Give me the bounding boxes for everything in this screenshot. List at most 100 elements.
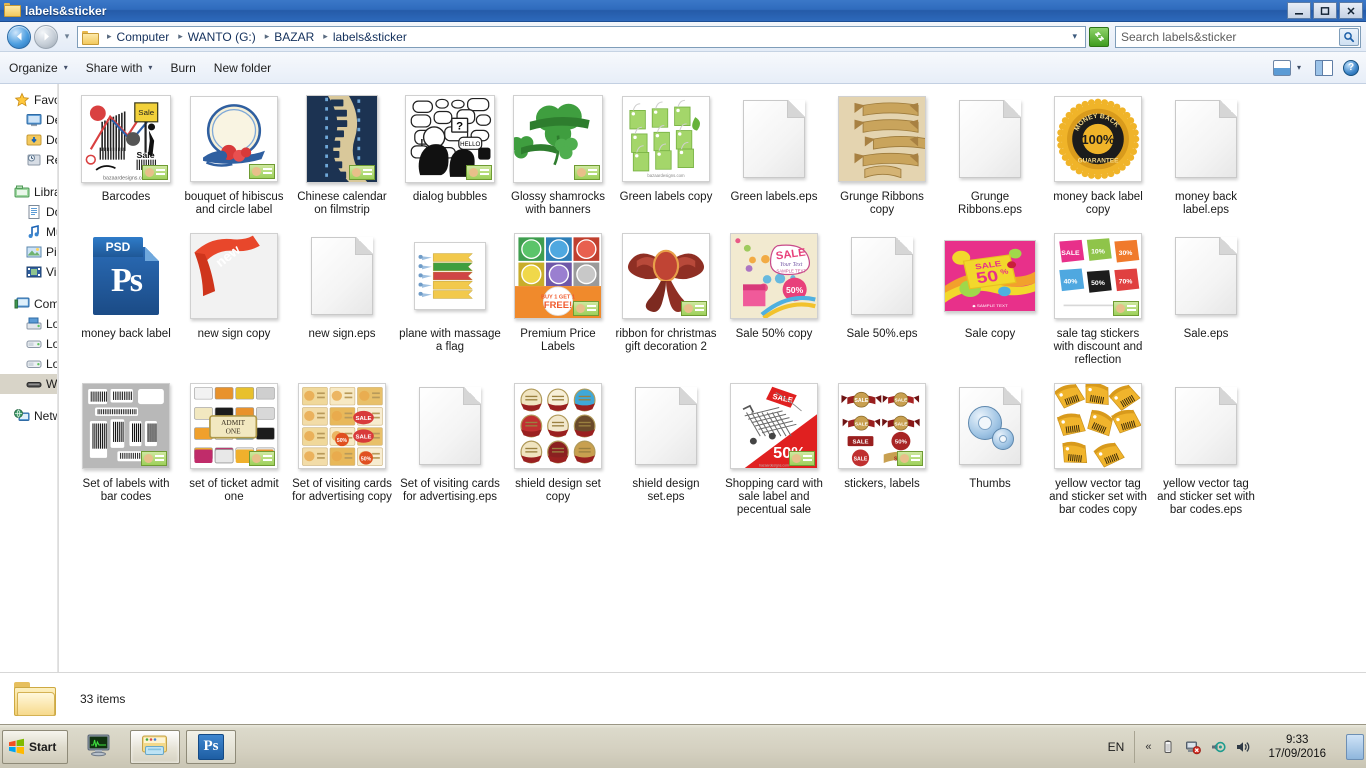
file-item[interactable]: yellow vector tag and sticker set with b… bbox=[1044, 377, 1152, 517]
show-desktop-button[interactable] bbox=[1346, 733, 1364, 760]
file-name: Green labels copy bbox=[619, 191, 713, 203]
image-thumbnail bbox=[190, 96, 278, 182]
file-item[interactable]: shield design set.eps bbox=[612, 377, 720, 517]
history-dropdown[interactable]: ▾ bbox=[61, 31, 73, 42]
preview-pane-icon[interactable] bbox=[1315, 59, 1333, 76]
file-item[interactable]: SALE 50% ◆ SAMPLE TEXT Sale copy bbox=[936, 227, 1044, 367]
breadcrumb-folder-icon bbox=[82, 30, 99, 45]
breadcrumb-item-0[interactable]: ▸ Computer bbox=[100, 30, 171, 44]
file-item[interactable]: Green labels.eps bbox=[720, 90, 828, 217]
task-explorer[interactable] bbox=[130, 729, 180, 764]
sidebar-item-music[interactable]: Music bbox=[0, 222, 57, 242]
sound-device-icon[interactable] bbox=[1210, 739, 1227, 755]
sidebar-item-local-disk-d[interactable]: Local Disk (D:) bbox=[0, 334, 57, 354]
file-name: money back label bbox=[81, 328, 171, 340]
minimize-button[interactable] bbox=[1287, 2, 1311, 19]
file-item[interactable]: SALE Your Text SAMPLE TEXT 50% Sale 50% copy bbox=[720, 227, 828, 367]
file-item[interactable]: Glossy shamrocks with banners bbox=[504, 90, 612, 217]
file-item[interactable]: Set of visiting cards for advertising.ep… bbox=[396, 377, 504, 517]
tray-overflow-icon[interactable]: « bbox=[1145, 741, 1151, 753]
sidebar-item-wanto-g[interactable]: WANTO (G:) bbox=[0, 374, 57, 394]
file-item[interactable]: bouquet of hibiscus and circle label bbox=[180, 90, 288, 217]
file-item[interactable]: Grunge Ribbons copy bbox=[828, 90, 936, 217]
close-button[interactable] bbox=[1339, 2, 1363, 19]
breadcrumb-bar[interactable]: ▸ Computer ▸ WANTO (G:) ▸ BAZAR ▸ labels… bbox=[77, 25, 1086, 48]
sidebar-item-local-disk-c[interactable]: Local Disk (C:) bbox=[0, 314, 57, 334]
file-item[interactable]: ADMIT ONE set of ticket admit one bbox=[180, 377, 288, 517]
breadcrumb-item-2[interactable]: ▸ BAZAR bbox=[258, 30, 317, 44]
star-icon bbox=[14, 92, 30, 108]
sidebar-item-local-disk-e[interactable]: Local Disk (E:) bbox=[0, 354, 57, 374]
file-item[interactable]: SALE50%bazaardesigns.com Shopping card wi… bbox=[720, 377, 828, 517]
file-name: Grunge Ribbons copy bbox=[840, 191, 924, 216]
file-item[interactable]: Sale 50%.eps bbox=[828, 227, 936, 367]
file-item[interactable]: money back label.eps bbox=[1152, 90, 1260, 217]
volume-icon[interactable] bbox=[1235, 739, 1251, 755]
share-with-button[interactable]: Share with ▾ bbox=[77, 56, 162, 80]
file-item[interactable]: ribbon for christmas gift decoration 2 bbox=[612, 227, 720, 367]
file-item[interactable]: BUY 1 GET 1 FREE! Premium Price Labels bbox=[504, 227, 612, 367]
file-item[interactable]: bazaardesigns.com Green labels copy bbox=[612, 90, 720, 217]
file-item[interactable]: Sale Sale bazaardesigns.com Barcodes bbox=[72, 90, 180, 217]
sidebar-group-network[interactable]: Network bbox=[0, 406, 57, 426]
file-thumbnail: SALE 10% 30% 40% 50% 70% bbox=[1048, 227, 1148, 325]
file-item[interactable]: Grunge Ribbons.eps bbox=[936, 90, 1044, 217]
sidebar-item-videos[interactable]: Videos bbox=[0, 262, 57, 282]
maximize-button[interactable] bbox=[1313, 2, 1337, 19]
navigation-pane[interactable]: Favorites Desktop Downloads Recent Place… bbox=[0, 84, 58, 672]
breadcrumb-item-1[interactable]: ▸ WANTO (G:) bbox=[171, 30, 258, 44]
task-photoshop[interactable]: Ps bbox=[186, 729, 236, 764]
svg-text:100%: 100% bbox=[1081, 132, 1114, 147]
search-icon[interactable] bbox=[1339, 27, 1359, 46]
file-item[interactable]: yellow vector tag and sticker set with b… bbox=[1152, 377, 1260, 517]
file-item[interactable]: Sale.eps bbox=[1152, 227, 1260, 367]
sidebar-item-downloads[interactable]: Downloads bbox=[0, 130, 57, 150]
sidebar-group-libraries[interactable]: Libraries bbox=[0, 182, 57, 202]
sidebar-group-computer[interactable]: Computer bbox=[0, 294, 57, 314]
file-item[interactable]: SALESALESALESALESALE50%SALESALEstickers,… bbox=[828, 377, 936, 517]
start-button[interactable]: Start bbox=[2, 729, 68, 764]
file-item[interactable]: Thumbs bbox=[936, 377, 1044, 517]
file-item[interactable]: shield design set copy bbox=[504, 377, 612, 517]
file-item[interactable]: Ps PSD money back label bbox=[72, 227, 180, 367]
sidebar-item-recent-places[interactable]: Recent Places bbox=[0, 150, 57, 170]
sidebar-item-desktop[interactable]: Desktop bbox=[0, 110, 57, 130]
file-item[interactable]: Chinese calendar on filmstrip bbox=[288, 90, 396, 217]
libraries-icon bbox=[14, 184, 30, 200]
chevron-down-icon[interactable]: ▾ bbox=[1297, 63, 1301, 72]
file-item[interactable]: new new sign copy bbox=[180, 227, 288, 367]
file-name: Sale.eps bbox=[1183, 328, 1229, 340]
chevron-down-icon[interactable]: ▾ bbox=[1066, 31, 1083, 42]
file-list-pane[interactable]: Sale Sale bazaardesigns.com Barcodes bouquet… bbox=[62, 84, 1366, 672]
svg-text:10%: 10% bbox=[1091, 248, 1105, 255]
search-box[interactable]: Search labels&sticker bbox=[1115, 25, 1361, 48]
sidebar-item-documents[interactable]: Documents bbox=[0, 202, 57, 222]
forward-button[interactable] bbox=[34, 24, 58, 49]
burn-button[interactable]: Burn bbox=[161, 56, 204, 80]
refresh-button[interactable] bbox=[1089, 26, 1109, 47]
file-item[interactable]: new sign.eps bbox=[288, 227, 396, 367]
file-item[interactable]: plane with massage a flag bbox=[396, 227, 504, 367]
task-monitor[interactable] bbox=[74, 730, 124, 764]
file-item[interactable]: SALE SALE 50% 50% Set of visiting cards for … bbox=[288, 377, 396, 517]
file-thumbnail bbox=[616, 377, 716, 475]
file-item[interactable]: SALE 10% 30% 40% 50% 70% sale tag stickers wit… bbox=[1044, 227, 1152, 367]
change-view-icon[interactable] bbox=[1272, 59, 1291, 76]
breadcrumb-item-3[interactable]: ▸ labels&sticker bbox=[316, 30, 409, 44]
search-input[interactable]: Search labels&sticker bbox=[1116, 30, 1339, 44]
language-indicator[interactable]: EN bbox=[1108, 740, 1125, 754]
image-thumbnail bbox=[513, 95, 603, 183]
file-item[interactable]: ? HELLO! dialog bubbles bbox=[396, 90, 504, 217]
sidebar-item-pictures[interactable]: Pictures bbox=[0, 242, 57, 262]
network-error-icon[interactable] bbox=[1185, 739, 1202, 755]
help-icon[interactable]: ? bbox=[1343, 59, 1359, 76]
organize-button[interactable]: Organize ▾ bbox=[0, 56, 77, 80]
file-item[interactable]: Set of labels with bar codes bbox=[72, 377, 180, 517]
image-thumbnail bbox=[82, 383, 170, 469]
back-button[interactable] bbox=[7, 24, 31, 49]
clock[interactable]: 9:33 17/09/2016 bbox=[1260, 733, 1334, 761]
new-folder-button[interactable]: New folder bbox=[205, 56, 280, 80]
sidebar-group-favorites[interactable]: Favorites bbox=[0, 90, 57, 110]
battery-icon[interactable] bbox=[1160, 739, 1176, 755]
file-item[interactable]: 100% MONEY BACK GUARANTEE money back label … bbox=[1044, 90, 1152, 217]
